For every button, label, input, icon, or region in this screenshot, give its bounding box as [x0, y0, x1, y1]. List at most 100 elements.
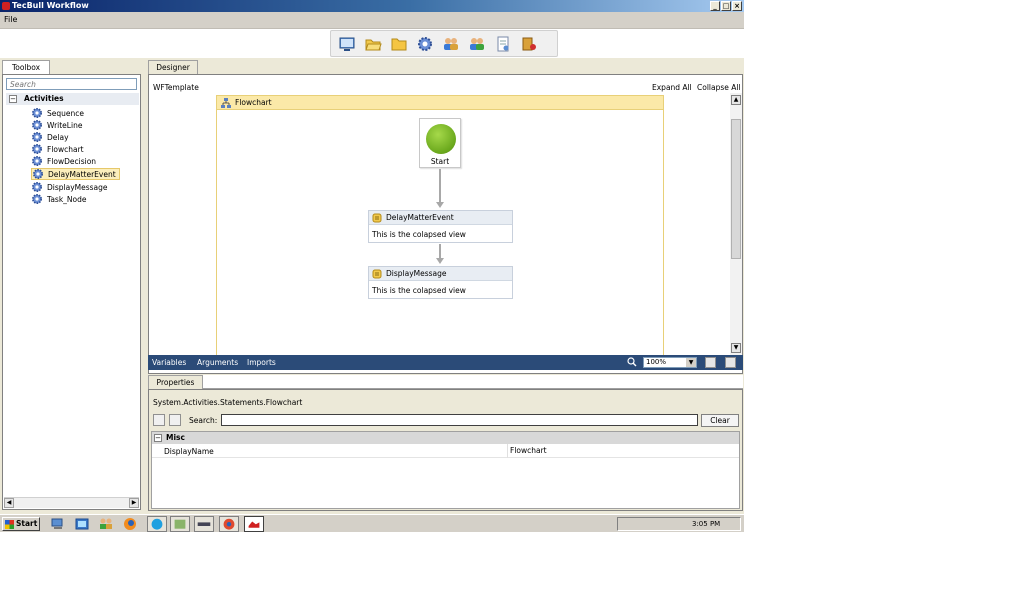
scroll-up-icon[interactable]: ▲ — [731, 95, 741, 105]
connector-arrow-icon — [436, 258, 444, 264]
flowchart-header[interactable]: Flowchart — [217, 96, 663, 110]
connector-arrow-icon — [436, 202, 444, 208]
zoom-icon[interactable] — [627, 357, 637, 367]
quicklaunch-people-icon[interactable] — [98, 517, 114, 531]
chevron-down-icon[interactable]: ▼ — [686, 358, 696, 367]
toolbox-item-delay[interactable]: Delay — [31, 131, 72, 143]
expand-all-link[interactable]: Expand All — [652, 83, 692, 92]
activity-delaymatterevent[interactable]: DelayMatterEvent This is the colapsed vi… — [368, 210, 513, 243]
quicklaunch-computer-icon[interactable] — [50, 517, 66, 531]
start-label: Start — [430, 157, 450, 166]
activity-gear-icon — [32, 194, 42, 204]
taskbar-chrome-button[interactable] — [219, 516, 239, 532]
zoom-select[interactable]: 100% ▼ — [643, 357, 697, 368]
properties-search-label: Search: — [189, 416, 218, 425]
activity-displaymessage[interactable]: DisplayMessage This is the colapsed view — [368, 266, 513, 299]
property-key: DisplayName — [164, 447, 214, 456]
property-grid: − Misc DisplayName Flowchart — [151, 431, 740, 509]
open-button[interactable] — [363, 34, 383, 54]
toolbox-search-input[interactable] — [6, 78, 137, 90]
properties-type-name: System.Activities.Statements.Flowchart — [153, 398, 303, 407]
toolbox-category-activities[interactable]: − Activities — [6, 93, 139, 105]
taskbar-app-button[interactable] — [170, 516, 190, 532]
scroll-right-icon[interactable]: ▶ — [129, 498, 139, 508]
flowchart-title: Flowchart — [235, 98, 272, 107]
start-label: Start — [16, 519, 38, 528]
taskbar-workflow-button[interactable] — [244, 516, 264, 532]
toolbox-item-flowchart[interactable]: Flowchart — [31, 143, 87, 155]
overview-map-icon[interactable] — [725, 357, 736, 368]
maximize-button[interactable]: □ — [721, 1, 731, 11]
toolbox-item-label: Delay — [47, 132, 69, 142]
scrollbar-thumb[interactable] — [731, 119, 741, 259]
toolbox-item-task-node[interactable]: Task_Node — [31, 193, 90, 205]
new-workflow-button[interactable] — [337, 34, 357, 54]
clock[interactable]: 3:05 PM — [692, 520, 720, 528]
activity-header[interactable]: DisplayMessage — [369, 267, 512, 281]
toolbox-item-label: Sequence — [47, 108, 84, 118]
add-user-button[interactable] — [467, 34, 487, 54]
users-button[interactable] — [441, 34, 461, 54]
property-category-misc[interactable]: − Misc — [152, 432, 739, 444]
toolbox-item-sequence[interactable]: Sequence — [31, 107, 87, 119]
toolbox-item-flowdecision[interactable]: FlowDecision — [31, 155, 99, 167]
toolbox-item-label: Task_Node — [47, 194, 87, 204]
activity-header[interactable]: DelayMatterEvent — [369, 211, 512, 225]
menu-file[interactable]: File — [4, 15, 17, 24]
toolbox-horizontal-scrollbar[interactable]: ◀ ▶ — [4, 497, 139, 508]
toolbox-item-delaymatterevent[interactable]: DelayMatterEvent — [31, 168, 120, 180]
document-button[interactable] — [493, 34, 513, 54]
minimize-button[interactable]: _ — [710, 1, 720, 11]
toolbox-panel: − Activities Sequence WriteLine Delay Fl… — [2, 74, 141, 510]
quicklaunch-window-icon[interactable] — [74, 517, 90, 531]
title-bar: TecBull Workflow _ □ × — [0, 0, 744, 12]
chrome-icon — [223, 518, 235, 530]
property-divider — [507, 444, 508, 458]
breadcrumb[interactable]: WFTemplate — [153, 83, 199, 92]
tab-toolbox[interactable]: Toolbox — [2, 60, 50, 74]
users-icon — [444, 37, 458, 50]
toolbox-item-displaymessage[interactable]: DisplayMessage — [31, 181, 111, 193]
tray-expand-icon[interactable] — [620, 520, 630, 532]
arguments-tab[interactable]: Arguments — [197, 358, 238, 367]
taskbar-skype-button[interactable] — [147, 516, 167, 532]
flowchart-container[interactable]: Flowchart Start DelayMatterEvent This is… — [216, 95, 664, 357]
toolbox-item-writeline[interactable]: WriteLine — [31, 119, 85, 131]
scroll-left-icon[interactable]: ◀ — [4, 498, 14, 508]
clear-button[interactable]: Clear — [701, 414, 739, 427]
toolbox-item-label: DelayMatterEvent — [48, 169, 116, 179]
collapse-icon[interactable]: − — [9, 95, 17, 103]
tab-designer[interactable]: Designer — [148, 60, 198, 74]
fit-to-screen-icon[interactable] — [705, 357, 716, 368]
start-node[interactable]: Start — [419, 118, 461, 168]
activity-gear-icon — [33, 169, 43, 179]
designer-bottom-bar: Variables Arguments Imports 100% ▼ — [148, 355, 743, 370]
activity-gear-icon — [32, 132, 42, 142]
taskbar-network-button[interactable] — [194, 516, 214, 532]
imports-tab[interactable]: Imports — [247, 358, 276, 367]
save-button[interactable] — [389, 34, 409, 54]
scroll-down-icon[interactable]: ▼ — [731, 343, 741, 353]
properties-search-input[interactable] — [221, 414, 698, 426]
close-button[interactable]: × — [732, 1, 742, 11]
activity-body: This is the colapsed view — [372, 230, 466, 239]
category-label: Activities — [24, 94, 64, 103]
variables-tab[interactable]: Variables — [152, 358, 186, 367]
settings-button[interactable] — [415, 34, 435, 54]
designer-vertical-scrollbar[interactable]: ▲ ▼ — [730, 93, 742, 355]
application-icon — [174, 519, 186, 529]
property-value[interactable]: Flowchart — [510, 446, 547, 455]
collapse-icon[interactable]: − — [154, 434, 162, 442]
folder-open-icon — [365, 39, 382, 50]
tab-properties[interactable]: Properties — [148, 375, 203, 389]
app-window: TecBull Workflow _ □ × File Toolbox Sear… — [0, 0, 744, 532]
property-row[interactable]: DisplayName Flowchart — [152, 444, 739, 458]
sort-alphabetical-icon[interactable] — [169, 414, 181, 426]
designer-canvas[interactable]: WFTemplate Expand All Collapse All Flowc… — [148, 74, 743, 374]
start-button[interactable]: Start — [2, 517, 40, 531]
collapse-all-link[interactable]: Collapse All — [697, 83, 741, 92]
categorized-view-icon[interactable] — [153, 414, 165, 426]
exit-button[interactable] — [519, 34, 539, 54]
window-title: TecBull Workflow — [12, 1, 89, 10]
quicklaunch-firefox-icon[interactable] — [122, 517, 138, 531]
